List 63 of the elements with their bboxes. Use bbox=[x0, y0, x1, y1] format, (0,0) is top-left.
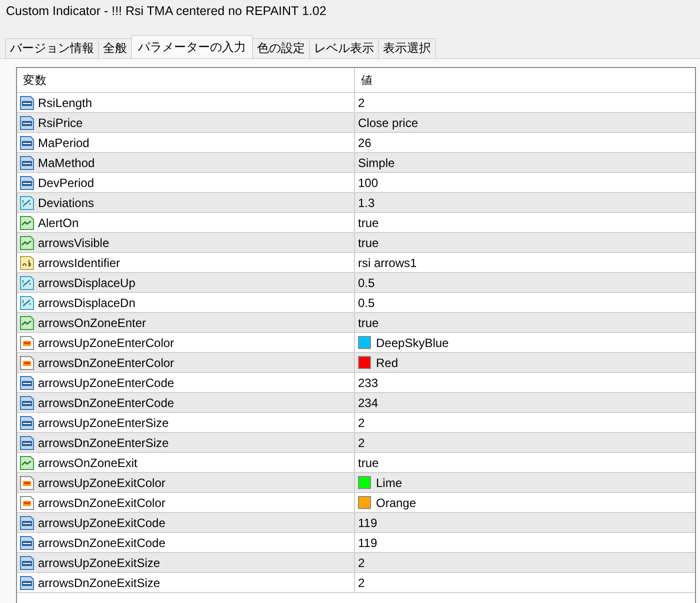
parameter-value[interactable]: 2 bbox=[358, 416, 365, 430]
parameter-value[interactable]: 119 bbox=[358, 516, 378, 530]
parameter-name: arrowsDisplaceUp bbox=[38, 276, 136, 290]
parameter-value[interactable]: 0.5 bbox=[358, 276, 375, 290]
parameter-value[interactable]: 2 bbox=[358, 556, 365, 570]
parameter-name: arrowsDnZoneEnterColor bbox=[38, 356, 174, 370]
parameter-value[interactable]: Orange bbox=[376, 496, 416, 510]
parameter-value[interactable]: 2 bbox=[358, 576, 365, 590]
parameter-name: DevPeriod bbox=[38, 176, 94, 190]
column-header[interactable]: 値 bbox=[361, 72, 373, 88]
color-icon bbox=[19, 334, 35, 350]
parameter-name: arrowsDnZoneExitCode bbox=[38, 536, 166, 550]
parameter-value[interactable]: true bbox=[358, 236, 379, 250]
column-header[interactable]: 変数 bbox=[23, 72, 47, 88]
parameter-value[interactable]: true bbox=[358, 316, 379, 330]
parameter-value[interactable]: Simple bbox=[358, 156, 395, 170]
parameter-name: AlertOn bbox=[38, 216, 79, 230]
parameter-value[interactable]: true bbox=[358, 216, 379, 230]
parameter-value[interactable]: 2 bbox=[358, 96, 365, 110]
tab[interactable]: パラメーターの入力 bbox=[131, 35, 253, 58]
parameter-value[interactable]: 100 bbox=[358, 176, 378, 190]
window-title: Custom Indicator - !!! Rsi TMA centered no REPAINT 1.02 bbox=[5, 3, 326, 20]
parameter-name: arrowsUpZoneExitCode bbox=[38, 516, 166, 530]
parameter-value[interactable]: DeepSkyBlue bbox=[376, 336, 449, 350]
parameter-name: arrowsDnZoneEnterSize bbox=[38, 436, 169, 450]
parameter-name: arrowsUpZoneExitColor bbox=[38, 476, 166, 490]
tab[interactable]: バージョン情報 bbox=[5, 38, 99, 58]
parameter-name: arrowsDnZoneExitSize bbox=[38, 576, 160, 590]
parameter-name: arrowsVisible bbox=[38, 236, 110, 250]
fraction-icon bbox=[19, 294, 35, 310]
parameter-name: arrowsUpZoneExitSize bbox=[38, 556, 160, 570]
fraction-icon bbox=[19, 274, 35, 290]
parameter-name: arrowsOnZoneExit bbox=[38, 456, 138, 470]
color-icon bbox=[19, 474, 35, 490]
parameter-name: Deviations bbox=[38, 196, 94, 210]
parameter-value[interactable]: 1.3 bbox=[358, 196, 375, 210]
color-icon bbox=[19, 354, 35, 370]
parameter-value[interactable]: 234 bbox=[358, 396, 378, 410]
parameter-value[interactable]: Close price bbox=[358, 116, 418, 130]
parameter-value[interactable]: 119 bbox=[358, 536, 378, 550]
parameter-value[interactable]: rsi arrows1 bbox=[358, 256, 417, 270]
parameter-name: arrowsDnZoneEnterCode bbox=[38, 396, 174, 410]
parameter-name: arrowsUpZoneEnterCode bbox=[38, 376, 174, 390]
parameter-value[interactable]: 233 bbox=[358, 376, 378, 390]
fraction-icon bbox=[19, 194, 35, 210]
parameter-value[interactable]: 2 bbox=[358, 436, 365, 450]
parameter-name: RsiPrice bbox=[38, 116, 83, 130]
parameter-name: arrowsUpZoneEnterColor bbox=[38, 336, 174, 350]
parameter-name: arrowsOnZoneEnter bbox=[38, 316, 146, 330]
parameter-value[interactable]: true bbox=[358, 456, 379, 470]
parameter-value[interactable]: 26 bbox=[358, 136, 372, 150]
parameter-name: MaMethod bbox=[38, 156, 95, 170]
parameter-value[interactable]: Lime bbox=[376, 476, 402, 490]
parameter-name: RsiLength bbox=[38, 96, 92, 110]
color-icon bbox=[19, 494, 35, 510]
parameter-name: arrowsDnZoneExitColor bbox=[38, 496, 166, 510]
tab[interactable]: 表示選択 bbox=[378, 38, 436, 58]
parameter-name: arrowsDisplaceDn bbox=[38, 296, 136, 310]
parameter-value[interactable]: Red bbox=[376, 356, 398, 370]
parameter-name: MaPeriod bbox=[38, 136, 90, 150]
parameter-value[interactable]: 0.5 bbox=[358, 296, 375, 310]
parameter-name: arrowsUpZoneEnterSize bbox=[38, 416, 169, 430]
parameter-name: arrowsIdentifier bbox=[38, 256, 120, 270]
